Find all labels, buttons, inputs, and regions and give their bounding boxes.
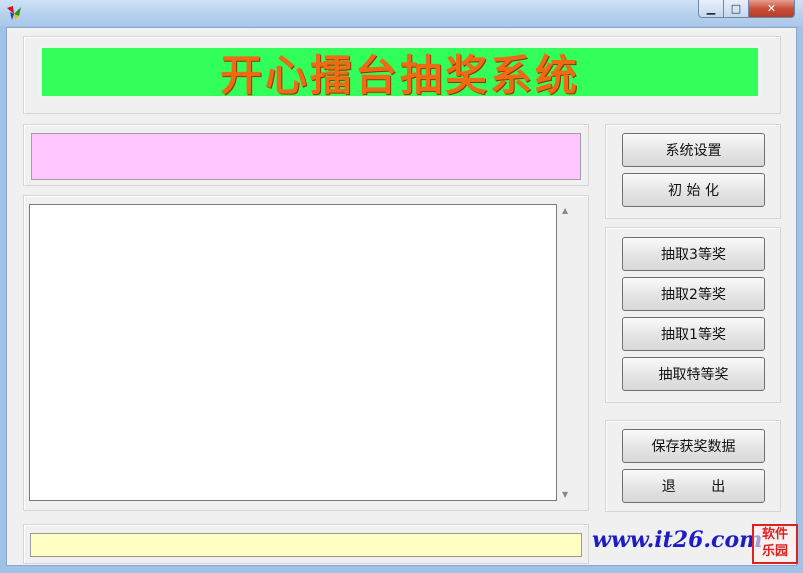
status-bar [30, 533, 582, 557]
window-controls: ▁ □ ✕ [698, 0, 795, 18]
minimize-button[interactable]: ▁ [698, 0, 724, 18]
title-banner: 开心擂台抽奖系统 [39, 45, 761, 100]
winner-display [31, 133, 581, 180]
footer-url: www.it26.com [592, 527, 763, 553]
results-list[interactable] [29, 204, 557, 501]
draw-first-prize-button[interactable]: 抽取1等奖 [622, 317, 765, 351]
close-button[interactable]: ✕ [749, 0, 795, 18]
maximize-button[interactable]: □ [724, 0, 749, 18]
exit-button[interactable]: 退 出 [622, 469, 765, 503]
draw-special-prize-button[interactable]: 抽取特等奖 [622, 357, 765, 391]
close-icon: ✕ [766, 2, 777, 15]
draw-third-prize-button[interactable]: 抽取3等奖 [622, 237, 765, 271]
settings-button[interactable]: 系统设置 [622, 133, 765, 167]
draw-second-prize-button[interactable]: 抽取2等奖 [622, 277, 765, 311]
scroll-up-icon[interactable]: ▲ [562, 206, 568, 215]
results-scrollbar[interactable]: ▲ ▼ [560, 204, 574, 501]
banner-title: 开心擂台抽奖系统 [219, 50, 580, 100]
stamp-logo: 软件 乐园 [752, 524, 798, 564]
stamp-line-2: 乐园 [761, 544, 788, 559]
save-results-button[interactable]: 保存获奖数据 [622, 429, 765, 463]
scroll-down-icon[interactable]: ▼ [562, 490, 568, 499]
stamp-line-1: 软件 [761, 527, 788, 542]
maximize-icon: □ [730, 2, 742, 15]
app-icon [7, 6, 21, 20]
minimize-icon: ▁ [706, 2, 716, 15]
title-bar: ▁ □ ✕ [0, 0, 803, 26]
init-button[interactable]: 初 始 化 [622, 173, 765, 207]
